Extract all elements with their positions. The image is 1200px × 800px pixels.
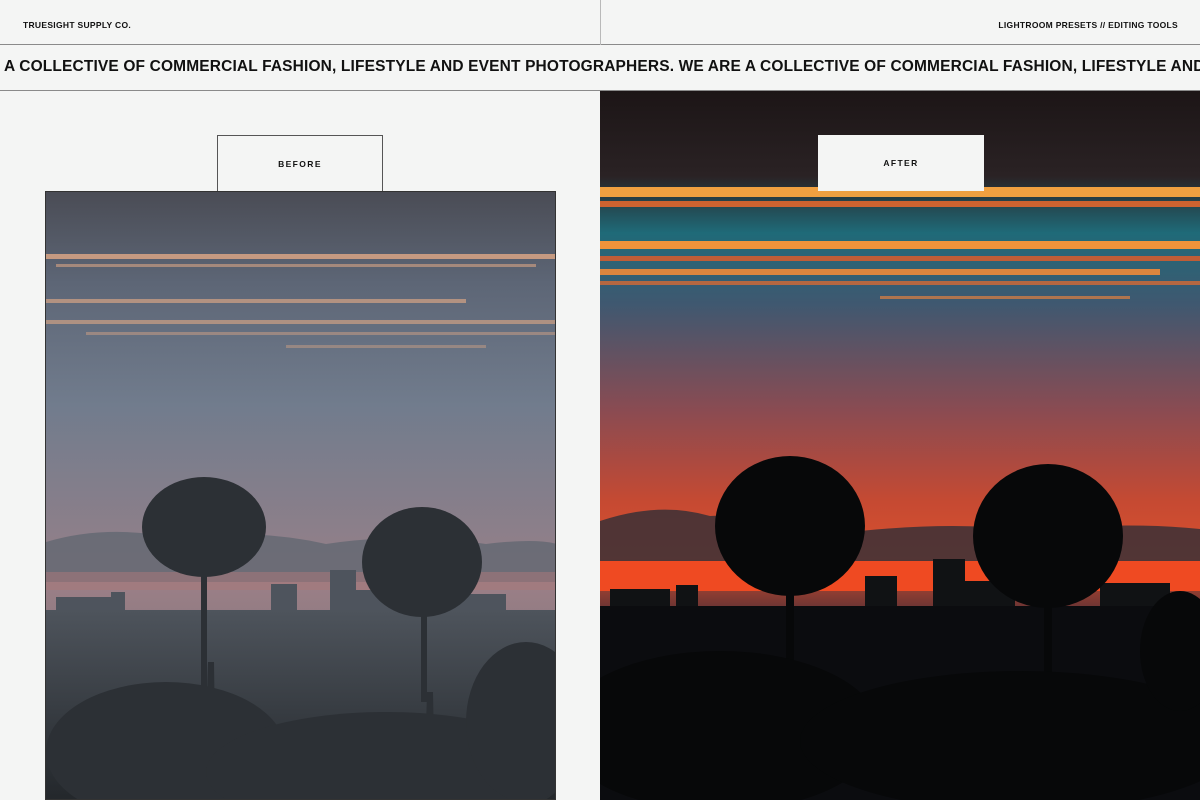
before-label: BEFORE xyxy=(217,135,383,191)
header-divider xyxy=(600,0,601,45)
after-label: AFTER xyxy=(818,135,984,191)
brand-name[interactable]: TRUESIGHT SUPPLY CO. xyxy=(23,20,131,30)
after-photo xyxy=(600,91,1200,800)
after-panel: AFTER xyxy=(600,91,1200,800)
marquee-banner: A COLLECTIVE OF COMMERCIAL FASHION, LIFE… xyxy=(0,45,1200,91)
before-panel: BEFORE xyxy=(0,91,600,800)
before-photo-image xyxy=(46,192,555,799)
after-photo-image xyxy=(600,91,1200,800)
top-header: TRUESIGHT SUPPLY CO. LIGHTROOM PRESETS /… xyxy=(0,0,1200,45)
header-tagline: LIGHTROOM PRESETS // EDITING TOOLS xyxy=(998,20,1178,30)
before-photo xyxy=(45,191,556,800)
marquee-text: A COLLECTIVE OF COMMERCIAL FASHION, LIFE… xyxy=(4,58,1200,75)
